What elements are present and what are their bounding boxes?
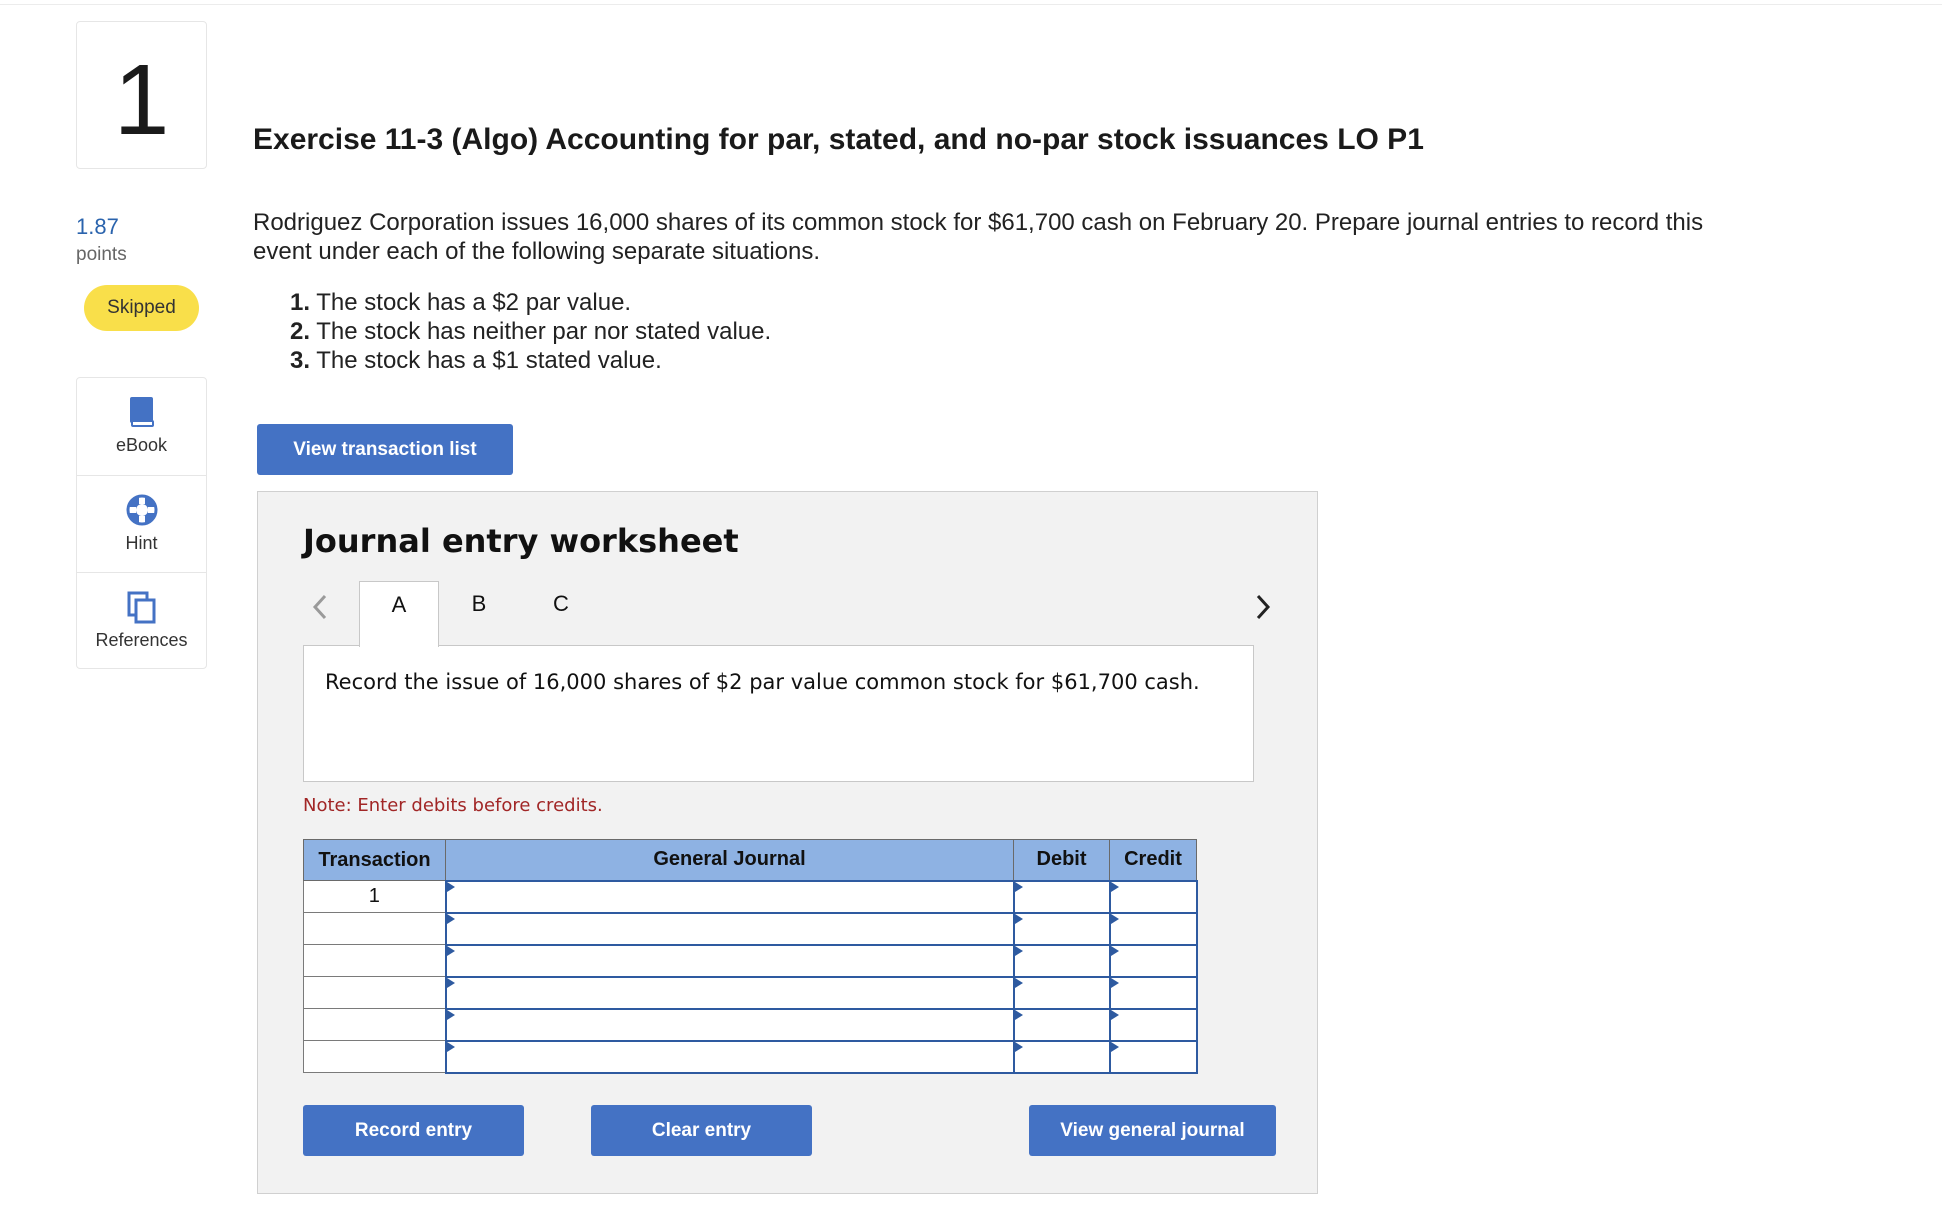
account-input[interactable] — [446, 977, 1013, 1008]
debit-cell[interactable] — [1012, 1039, 1111, 1074]
credit-cell[interactable] — [1108, 1007, 1198, 1042]
table-header-row: Transaction General Journal Debit Credit — [303, 839, 1197, 881]
credit-cell[interactable] — [1108, 975, 1198, 1010]
book-icon — [127, 395, 157, 434]
account-input[interactable] — [446, 1041, 1013, 1072]
account-input[interactable] — [446, 913, 1013, 944]
ebook-label: eBook — [115, 435, 168, 455]
column-header-transaction: Transaction — [303, 839, 446, 881]
debit-cell[interactable] — [1012, 943, 1111, 978]
debit-input[interactable] — [1014, 913, 1109, 944]
table-row — [303, 911, 1198, 946]
exercise-title: Exercise 11-3 (Algo) Accounting for par,… — [253, 123, 1424, 156]
journal-entry-worksheet: Journal entry worksheet A B C Record the… — [257, 491, 1318, 1194]
transaction-cell: 1 — [303, 880, 446, 913]
credit-cell[interactable] — [1108, 1039, 1198, 1074]
debit-cell[interactable] — [1012, 911, 1111, 946]
account-input[interactable] — [446, 881, 1013, 912]
lifebuoy-icon — [125, 493, 159, 532]
account-cell[interactable] — [444, 943, 1015, 978]
credit-cell[interactable] — [1108, 879, 1198, 914]
question-number-box: 1 — [76, 21, 207, 169]
entry-description: Record the issue of 16,000 shares of $2 … — [325, 670, 1200, 694]
account-cell[interactable] — [444, 975, 1015, 1010]
table-row: 1 — [303, 879, 1198, 914]
column-header-debit: Debit — [1013, 839, 1110, 881]
debit-input[interactable] — [1014, 945, 1109, 976]
account-input[interactable] — [446, 1009, 1013, 1040]
column-header-general-journal: General Journal — [445, 839, 1014, 881]
hint-label: Hint — [125, 533, 158, 553]
credit-input[interactable] — [1110, 977, 1196, 1008]
points-label: points — [76, 244, 127, 265]
transaction-cell — [303, 1008, 446, 1041]
credit-cell[interactable] — [1108, 911, 1198, 946]
account-cell[interactable] — [444, 1039, 1015, 1074]
debit-cell[interactable] — [1012, 879, 1111, 914]
clear-entry-button[interactable]: Clear entry — [591, 1105, 812, 1156]
worksheet-title: Journal entry worksheet — [303, 522, 739, 560]
tab-c[interactable]: C — [521, 581, 601, 646]
status-badge: Skipped — [84, 285, 199, 331]
account-cell[interactable] — [444, 911, 1015, 946]
situation-item: 2. The stock has neither par nor stated … — [290, 318, 772, 345]
table-row — [303, 943, 1198, 978]
question-number: 1 — [113, 44, 170, 156]
transaction-cell — [303, 944, 446, 977]
references-button[interactable]: References — [77, 572, 206, 669]
entry-description-box: Record the issue of 16,000 shares of $2 … — [303, 645, 1254, 782]
credit-input[interactable] — [1110, 1041, 1196, 1072]
column-header-credit: Credit — [1109, 839, 1197, 881]
debit-input[interactable] — [1014, 1009, 1109, 1040]
transaction-cell — [303, 976, 446, 1009]
tab-b[interactable]: B — [439, 581, 519, 646]
references-label: References — [95, 630, 188, 650]
chevron-right-icon[interactable] — [1253, 592, 1273, 627]
account-cell[interactable] — [444, 1007, 1015, 1042]
table-row — [303, 1039, 1198, 1074]
credit-cell[interactable] — [1108, 943, 1198, 978]
situation-item: 1. The stock has a $2 par value. — [290, 289, 632, 316]
account-input[interactable] — [446, 945, 1013, 976]
situation-list: 1. The stock has a $2 par value. 2. The … — [290, 288, 771, 375]
chevron-left-icon[interactable] — [310, 592, 330, 627]
ebook-button[interactable]: eBook — [77, 378, 206, 475]
credit-input[interactable] — [1110, 913, 1196, 944]
journal-table: Transaction General Journal Debit Credit… — [303, 839, 1198, 1074]
table-row — [303, 1007, 1198, 1042]
debit-input[interactable] — [1014, 1041, 1109, 1072]
debit-cell[interactable] — [1012, 975, 1111, 1010]
account-cell[interactable] — [444, 879, 1015, 914]
transaction-cell — [303, 1040, 446, 1073]
record-entry-button[interactable]: Record entry — [303, 1105, 524, 1156]
transaction-cell — [303, 912, 446, 945]
situation-item: 3. The stock has a $1 stated value. — [290, 347, 662, 374]
copy-pages-icon — [126, 590, 158, 629]
tab-a[interactable]: A — [359, 581, 439, 647]
debit-cell[interactable] — [1012, 1007, 1111, 1042]
credit-input[interactable] — [1110, 1009, 1196, 1040]
table-row — [303, 975, 1198, 1010]
view-general-journal-button[interactable]: View general journal — [1029, 1105, 1276, 1156]
debit-input[interactable] — [1014, 977, 1109, 1008]
points-value: 1.87 — [76, 214, 119, 239]
view-transaction-list-button[interactable]: View transaction list — [257, 424, 513, 475]
tools-panel: eBook Hint References — [76, 377, 207, 669]
credit-input[interactable] — [1110, 945, 1196, 976]
exercise-intro: Rodriguez Corporation issues 16,000 shar… — [253, 209, 1704, 265]
debit-input[interactable] — [1014, 881, 1109, 912]
credit-input[interactable] — [1110, 881, 1196, 912]
top-divider — [0, 0, 1942, 5]
entry-note: Note: Enter debits before credits. — [303, 795, 603, 816]
hint-button[interactable]: Hint — [77, 475, 206, 572]
